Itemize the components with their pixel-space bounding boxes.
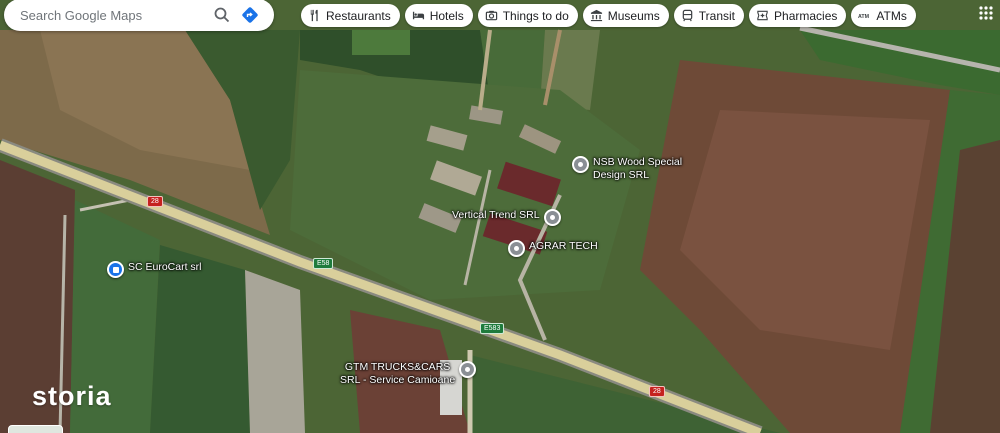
chip-hotels[interactable]: Hotels (404, 4, 473, 27)
place-vertical-trend[interactable]: Vertical Trend SRL (452, 209, 561, 226)
place-label: Vertical Trend SRL (452, 209, 540, 221)
storia-watermark: storia (32, 381, 112, 411)
place-pin-icon (572, 156, 589, 173)
pharmacy-icon (757, 10, 768, 21)
search-box (4, 0, 274, 31)
place-agrar-tech[interactable]: AGRAR TECH (508, 240, 598, 257)
place-pin-icon (543, 209, 561, 226)
road-sign-28-east: 28 (649, 386, 665, 397)
atm-icon: ATM (858, 14, 870, 20)
place-pin-icon (508, 240, 525, 257)
place-label: AGRAR TECH (529, 240, 598, 252)
hotel-icon (412, 11, 424, 20)
place-eurocart[interactable]: SC EuroCart srl (107, 261, 202, 278)
category-chips: Restaurants Hotels Things to do Museums … (301, 4, 916, 27)
road-sign-28: 28 (147, 196, 163, 207)
chip-things-to-do[interactable]: Things to do (477, 4, 578, 27)
apps-grid-icon[interactable] (978, 5, 994, 21)
transit-icon (682, 9, 693, 22)
chip-transit[interactable]: Transit (673, 4, 745, 27)
yard (245, 270, 305, 433)
road-sign-e58: E58 (313, 258, 334, 269)
shopping-pin-icon (107, 261, 124, 278)
place-label: SC EuroCart srl (128, 261, 202, 273)
road-sign-e583: E583 (480, 323, 505, 334)
directions-icon[interactable] (236, 1, 264, 29)
place-pin-icon (459, 361, 477, 378)
place-gtm-trucks[interactable]: GTM TRUCKS&CARS SRL - Service Camioane (340, 361, 477, 387)
layers-thumbnail[interactable] (8, 425, 63, 433)
chip-museums[interactable]: Museums (582, 4, 669, 27)
chip-restaurants[interactable]: Restaurants (301, 4, 400, 27)
search-icon[interactable] (208, 1, 236, 29)
svg-text:ATM: ATM (858, 14, 870, 20)
chip-atms[interactable]: ATM ATMs (851, 4, 916, 27)
search-input[interactable] (20, 7, 208, 23)
place-nsb-wood[interactable]: NSB Wood Special Design SRL (572, 156, 682, 182)
place-label: GTM TRUCKS&CARS SRL - Service Camioane (340, 361, 456, 386)
chip-pharmacies[interactable]: Pharmacies (749, 4, 847, 27)
camera-icon (485, 10, 497, 21)
place-label: NSB Wood Special Design SRL (593, 156, 683, 181)
museum-icon (590, 9, 602, 22)
restaurant-icon (310, 9, 318, 22)
